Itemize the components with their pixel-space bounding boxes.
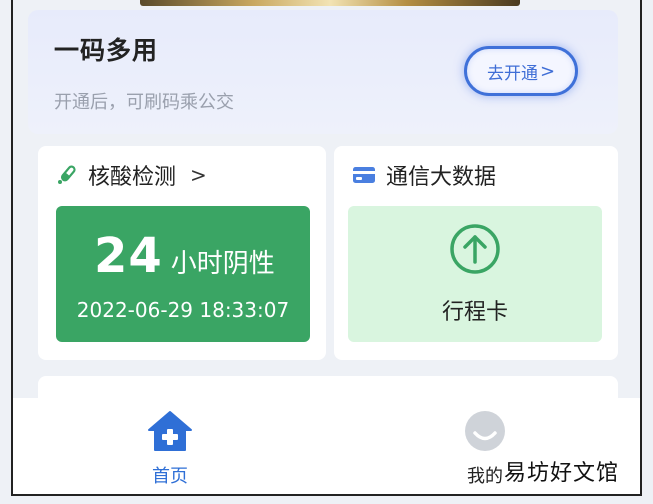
banner-title: 一码多用 (54, 36, 159, 65)
frame-border-right (640, 0, 642, 496)
telecom-data-title: 通信大数据 (386, 165, 497, 190)
tab-mine-label: 我的 (467, 466, 503, 487)
chevron-right-icon: > (190, 163, 207, 187)
trip-card-label: 行程卡 (441, 300, 508, 325)
nucleic-test-header[interactable]: 核酸检测 > (56, 160, 207, 190)
nucleic-test-title: 核酸检测 (88, 165, 177, 190)
card-icon (352, 166, 376, 184)
activate-button-label: 去开通 (486, 63, 538, 84)
nucleic-test-card[interactable]: 核酸检测 > 24 小时阴性 2022-06-29 18:33:07 (38, 146, 326, 360)
telecom-data-card[interactable]: 通信大数据 行程卡 (334, 146, 618, 360)
result-timestamp: 2022-06-29 18:33:07 (76, 298, 290, 322)
tab-mine[interactable]: 我的 (464, 410, 506, 488)
nucleic-result-panel[interactable]: 24 小时阴性 2022-06-29 18:33:07 (56, 206, 310, 342)
tab-home[interactable]: 首页 (146, 410, 194, 488)
frame-border-bottom (12, 494, 641, 496)
tab-home-label: 首页 (152, 466, 188, 487)
telecom-data-header: 通信大数据 (352, 160, 496, 190)
test-tube-icon (56, 164, 78, 186)
banner-subtitle: 开通后，可刷码乘公交 (54, 92, 234, 113)
hours-value: 24 (94, 228, 163, 284)
home-icon (146, 410, 194, 456)
watermark-text: 易坊好文馆 (504, 461, 620, 486)
multi-use-code-banner: 一码多用 开通后，可刷码乘公交 去开通 > (28, 10, 618, 134)
avatar-icon (464, 410, 506, 456)
chevron-right-icon: > (539, 60, 556, 82)
up-arrow-circle-icon (448, 222, 502, 280)
result-hours: 24 小时阴性 (94, 228, 275, 284)
trip-card-button[interactable]: 行程卡 (348, 206, 602, 342)
top-banner-image (140, 0, 520, 6)
hours-label: 小时阴性 (170, 249, 275, 279)
activate-button[interactable]: 去开通 > (464, 46, 578, 96)
frame-border-left (11, 0, 13, 496)
